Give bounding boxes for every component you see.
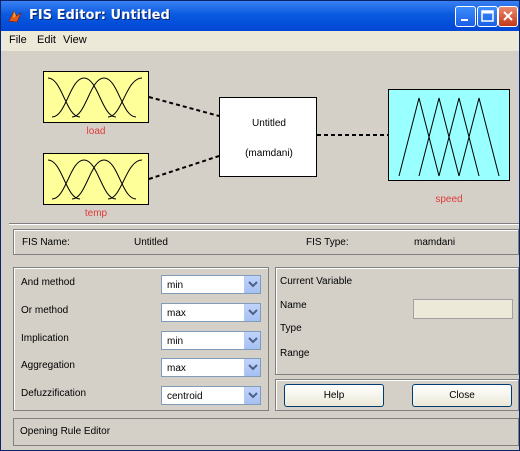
input-temp-label: temp [84, 208, 108, 219]
chevron-down-icon[interactable] [244, 304, 260, 321]
aggregation-select[interactable]: max [161, 358, 261, 377]
status-bar: Opening Rule Editor [13, 418, 519, 446]
separator [9, 223, 519, 225]
help-button[interactable]: Help [284, 384, 384, 407]
or-method-label: Or method [21, 305, 69, 316]
or-method-value: max [167, 308, 186, 319]
fis-info-panel: FIS Name: Untitled FIS Type: mamdani [13, 229, 519, 255]
and-method-label: And method [21, 277, 75, 288]
implication-label: Implication [21, 333, 69, 344]
implication-value: min [167, 336, 184, 347]
variable-type-label: Type [280, 323, 302, 334]
input-load-mf-plot [44, 72, 148, 122]
fis-type-value: mamdani [414, 237, 456, 248]
input-load-label: load [86, 126, 106, 137]
output-speed-mf-plot [389, 90, 509, 180]
implication-select[interactable]: min [161, 331, 261, 350]
chevron-down-icon[interactable] [244, 387, 260, 404]
input-load-box[interactable] [43, 71, 149, 123]
chevron-down-icon[interactable] [244, 276, 260, 293]
fis-name-label: FIS Name: [22, 237, 70, 248]
close-button[interactable]: Close [412, 384, 512, 407]
chevron-down-icon[interactable] [244, 359, 260, 376]
current-variable-title: Current Variable [280, 276, 353, 287]
fis-name-value: Untitled [134, 237, 168, 248]
defuzzification-label: Defuzzification [21, 388, 87, 399]
status-text: Opening Rule Editor [20, 426, 111, 437]
system-box[interactable]: Untitled (mamdani) [219, 97, 317, 177]
output-speed-box[interactable] [388, 89, 510, 181]
and-method-value: min [167, 280, 184, 291]
system-type: (mamdani) [245, 148, 293, 159]
output-speed-label: speed [435, 194, 463, 205]
variable-name-field[interactable] [413, 299, 513, 319]
variable-name-label: Name [280, 300, 307, 311]
aggregation-value: max [167, 363, 186, 374]
aggregation-label: Aggregation [21, 360, 75, 371]
input-temp-box[interactable] [43, 153, 149, 205]
fis-type-label: FIS Type: [306, 237, 349, 248]
variable-range-label: Range [280, 348, 310, 359]
input-temp-mf-plot [44, 154, 148, 204]
and-method-select[interactable]: min [161, 275, 261, 294]
fis-editor-window: FIS Editor: Untitled File Edit View load… [0, 0, 520, 451]
or-method-select[interactable]: max [161, 303, 261, 322]
chevron-down-icon[interactable] [244, 332, 260, 349]
system-name: Untitled [252, 118, 286, 129]
defuzzification-select[interactable]: centroid [161, 386, 261, 405]
defuzzification-value: centroid [167, 391, 203, 402]
